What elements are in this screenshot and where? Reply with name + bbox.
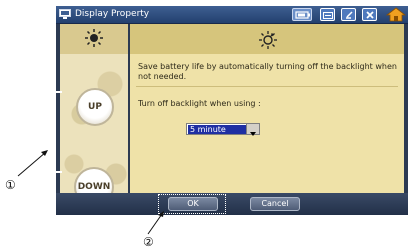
callout-two: ② — [143, 235, 154, 249]
callout-one: ① — [5, 178, 16, 192]
callout-leader-lines — [17, 150, 164, 235]
